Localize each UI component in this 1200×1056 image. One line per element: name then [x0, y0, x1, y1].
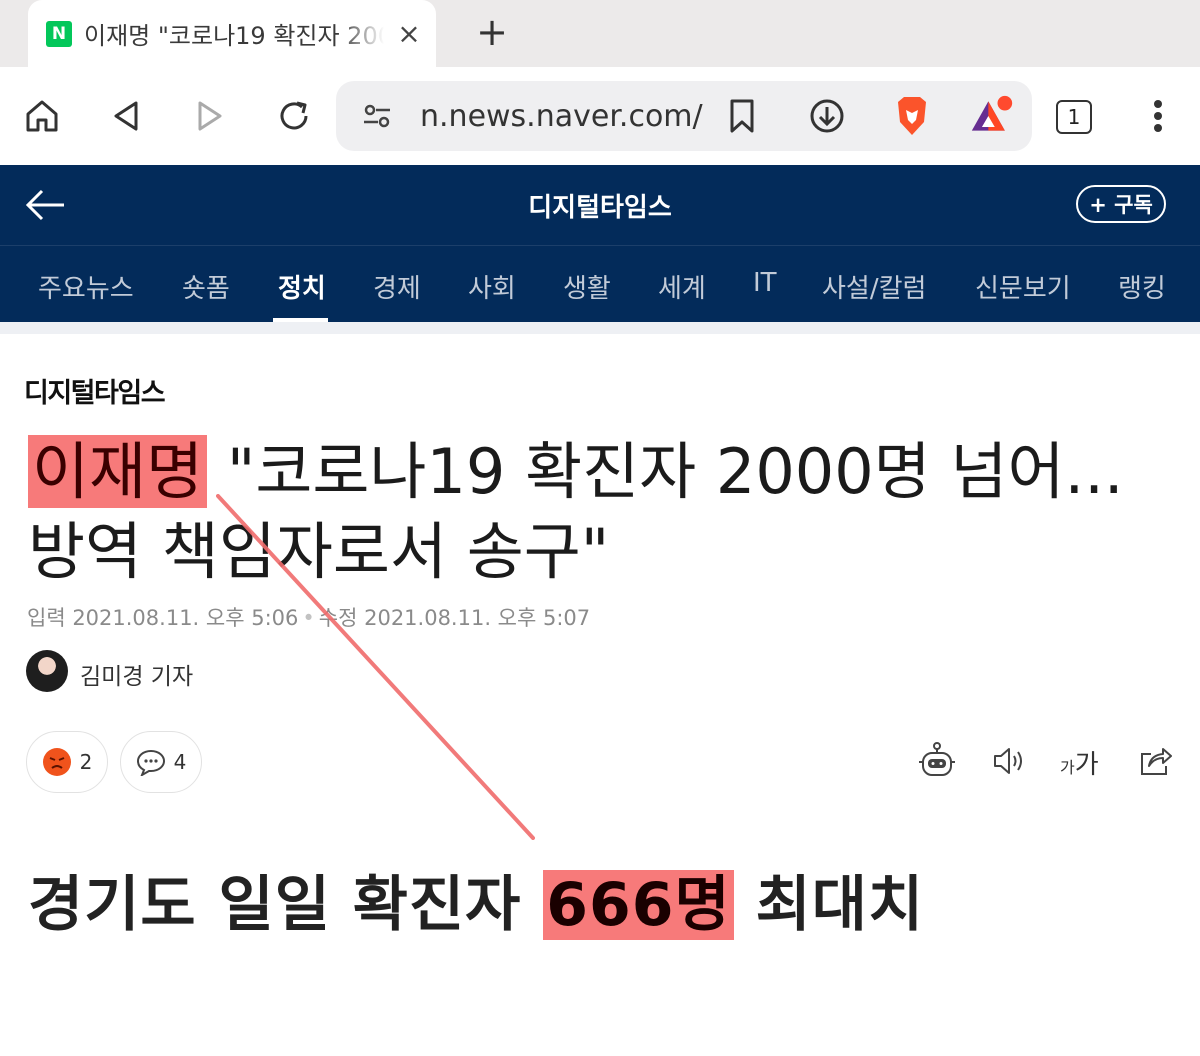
nav-divider: [0, 322, 1200, 334]
nav-item-society[interactable]: 사회: [468, 268, 516, 305]
site-header: 디지털타임스 + 구독: [0, 165, 1200, 245]
published-date: 입력 2021.08.11. 오후 5:06: [27, 606, 299, 630]
nav-item-shortform[interactable]: 숏폼: [182, 268, 230, 305]
forward-icon[interactable]: [188, 94, 232, 138]
reaction-button[interactable]: 2: [26, 731, 108, 793]
nav-item-editorial[interactable]: 사설/칼럼: [822, 268, 926, 305]
nav-item-life[interactable]: 생활: [563, 268, 611, 305]
url-text[interactable]: n.news.naver.com/: [420, 99, 703, 134]
section-nav: 주요뉴스 숏폼 정치 경제 사회 생활 세계 IT 사설/칼럼 신문보기 랭킹: [0, 245, 1200, 322]
more-menu-icon[interactable]: [1136, 94, 1180, 138]
reaction-count: 2: [79, 750, 93, 774]
reporter-avatar[interactable]: [26, 650, 68, 692]
font-size-big-glyph: 가: [1074, 750, 1099, 780]
reporter-name[interactable]: 김미경 기자: [80, 657, 193, 691]
comment-icon: [136, 749, 165, 776]
nav-item-newspaper[interactable]: 신문보기: [975, 268, 1071, 305]
article-headline: 이재명 "코로나19 확진자 2000명 넘어... 방역 책임자로서 송구": [28, 432, 1188, 592]
summary-robot-icon[interactable]: [916, 740, 958, 782]
angry-face-icon: [42, 748, 71, 776]
headline-highlight: 이재명: [28, 435, 208, 508]
browser-tab-strip: N 이재명 "코로나19 확진자 2000명 넘어... × +: [0, 0, 1200, 67]
nav-item-it[interactable]: IT: [753, 268, 777, 298]
article-subheading: 경기도 일일 확진자 666명 최대치: [28, 856, 924, 943]
press-logo[interactable]: 디지털타임스: [24, 371, 166, 410]
site-title: 디지털타임스: [528, 193, 672, 223]
tab-switcher-icon[interactable]: 1: [1056, 100, 1092, 134]
subhead-text-after: 최대치: [733, 870, 925, 940]
comment-button[interactable]: 4: [120, 731, 202, 793]
bookmark-icon[interactable]: [720, 94, 764, 138]
share-icon[interactable]: [1134, 740, 1176, 782]
modified-date: 수정 2021.08.11. 오후 5:07: [318, 606, 591, 630]
subhead-highlight: 666명: [543, 870, 734, 940]
reload-icon[interactable]: [272, 94, 316, 138]
site-settings-icon[interactable]: [360, 99, 394, 133]
browser-toolbar: n.news.naver.com/ 1: [0, 67, 1200, 165]
font-size-small-glyph: 가: [1060, 758, 1075, 777]
subhead-text-before: 경기도 일일 확진자: [28, 870, 544, 940]
article-meta: 입력 2021.08.11. 오후 5:06 • 수정 2021.08.11. 오후…: [27, 606, 591, 630]
comment-count: 4: [173, 750, 187, 774]
back-icon[interactable]: [104, 94, 148, 138]
naver-favicon-icon: N: [46, 20, 72, 47]
brave-shields-icon[interactable]: [890, 94, 934, 138]
nav-item-main-news[interactable]: 주요뉴스: [38, 268, 134, 305]
subscribe-button[interactable]: + 구독: [1076, 185, 1166, 223]
nav-item-world[interactable]: 세계: [658, 268, 706, 305]
speaker-icon[interactable]: [988, 740, 1030, 782]
browser-tab[interactable]: N 이재명 "코로나19 확진자 2000명 넘어... ×: [28, 0, 436, 67]
font-size-icon[interactable]: 가가: [1060, 744, 1099, 781]
nav-item-ranking[interactable]: 랭킹: [1118, 268, 1166, 305]
tab-title: 이재명 "코로나19 확진자 2000명 넘어...: [84, 22, 384, 50]
close-tab-icon[interactable]: ×: [394, 17, 424, 50]
new-tab-button[interactable]: +: [472, 10, 512, 54]
home-icon[interactable]: [20, 94, 64, 138]
download-icon[interactable]: [805, 94, 849, 138]
nav-item-economy[interactable]: 경제: [373, 268, 421, 305]
brave-rewards-icon[interactable]: [970, 94, 1014, 138]
nav-item-politics[interactable]: 정치: [278, 268, 326, 305]
